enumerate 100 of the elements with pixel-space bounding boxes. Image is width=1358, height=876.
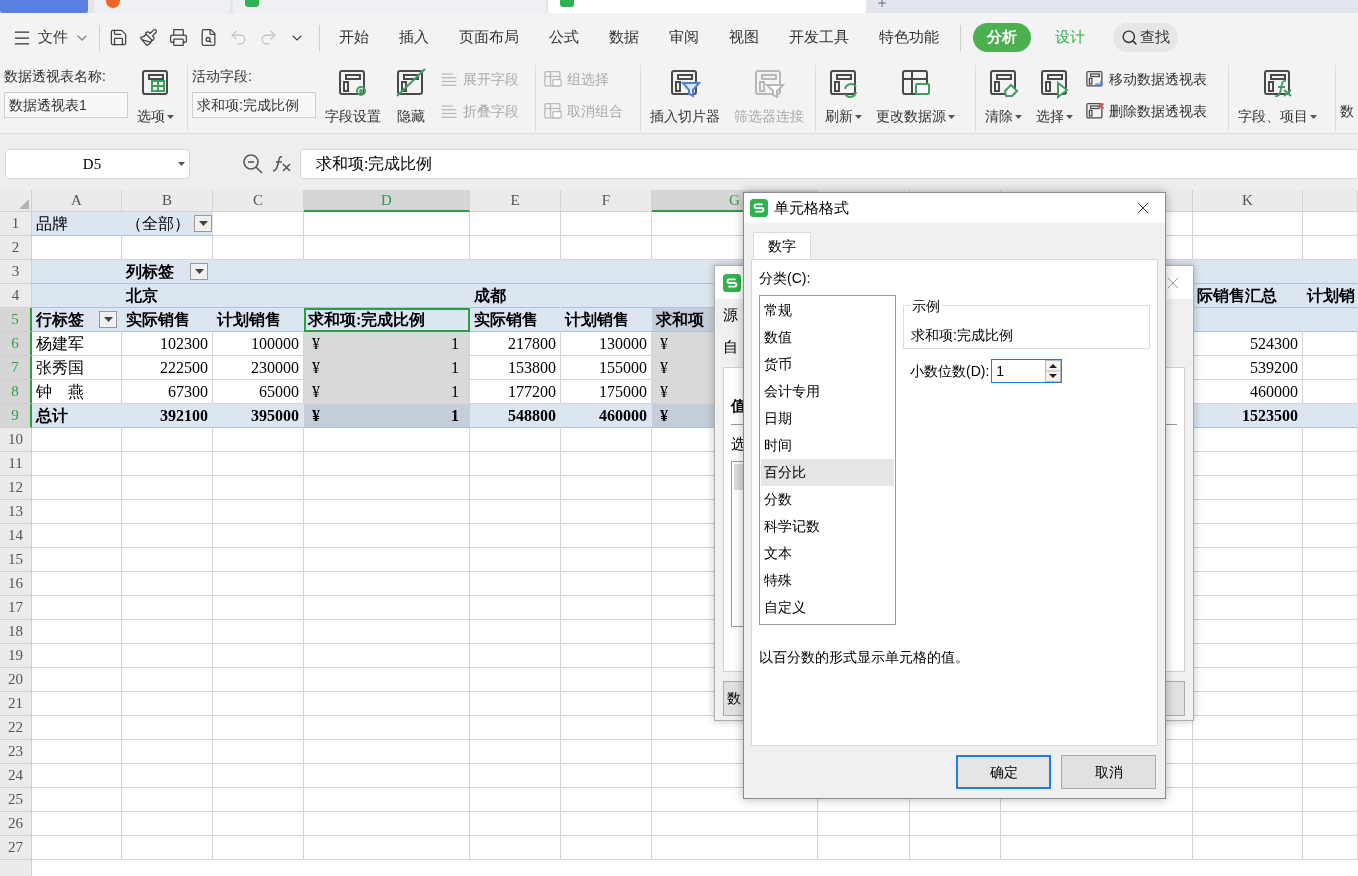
ribbon-button[interactable]: 删除数据透视表 [1085, 99, 1207, 123]
select-all-icon[interactable] [19, 199, 29, 209]
table-cell: 539200 [1193, 356, 1303, 380]
row-header[interactable]: 23 [0, 740, 32, 764]
row-header[interactable]: 12 [0, 476, 32, 500]
row-header[interactable]: 26 [0, 812, 32, 836]
row-header[interactable]: 20 [0, 668, 32, 692]
row-header[interactable]: 18 [0, 620, 32, 644]
table-cell: 153800 [470, 356, 561, 380]
list-item[interactable]: 特殊 [761, 567, 894, 594]
menu-tab[interactable]: 特色功能 [864, 23, 954, 52]
menu-tab[interactable]: 审阅 [654, 23, 714, 52]
table-cell: 计划销售 [561, 308, 652, 332]
row-header[interactable]: 27 [0, 836, 32, 860]
column-header[interactable]: A [32, 190, 122, 212]
dialog-button[interactable]: 确定 [956, 755, 1051, 789]
row-header[interactable]: 17 [0, 596, 32, 620]
table-cell: 548800 [470, 404, 561, 428]
ribbon-button[interactable]: 更改数据源 [871, 65, 960, 127]
list-item[interactable]: 文本 [761, 540, 894, 567]
ribbon-button[interactable]: 选择 [1031, 65, 1078, 127]
table-cell [1303, 380, 1358, 404]
cell-text: 列标签 [126, 261, 174, 282]
dropdown-button[interactable] [194, 215, 212, 232]
row-header[interactable]: 16 [0, 572, 32, 596]
table-cell: 524300 [1193, 332, 1303, 356]
list-item[interactable]: 分数 [761, 486, 894, 513]
row-header[interactable]: 15 [0, 548, 32, 572]
text-field[interactable]: 求和项:完成比例 [192, 92, 316, 118]
column-header[interactable]: E [470, 190, 561, 212]
dropdown-button[interactable] [99, 311, 117, 328]
currency-symbol: ¥ [659, 333, 668, 354]
ribbon-button[interactable]: 移动数据透视表 [1085, 67, 1207, 91]
list-item[interactable]: 货币 [761, 351, 894, 378]
row-header[interactable]: 24 [0, 764, 32, 788]
row-header[interactable]: 14 [0, 524, 32, 548]
row-header[interactable]: 25 [0, 788, 32, 812]
category-list[interactable]: 常规 数值 货币 会计专用 日期 时间 百分比 分数 科学记数 文本 特殊 自定义 [759, 295, 896, 625]
column-header[interactable]: K [1193, 190, 1303, 212]
menu-tab[interactable]: 公式 [534, 23, 594, 52]
formula-field[interactable]: 求和项:完成比例 [300, 149, 1358, 179]
save-icon[interactable] [109, 28, 128, 47]
table-cell: 实际销售 [470, 308, 561, 332]
dropdown-button[interactable] [190, 263, 208, 280]
table-cell: 品牌 [32, 212, 122, 236]
menu-tab[interactable]: 开发工具 [774, 23, 864, 52]
menu-tab[interactable]: 视图 [714, 23, 774, 52]
menu-tab[interactable]: 页面布局 [444, 23, 534, 52]
row-header[interactable]: 22 [0, 716, 32, 740]
decimal-spinner[interactable]: 1 [991, 359, 1063, 383]
ribbon-button[interactable]: 刷新 [820, 65, 867, 127]
table-cell: 102300 [122, 332, 213, 356]
ribbon-button[interactable]: 选项 [132, 65, 179, 127]
dialog-button[interactable]: 取消 [1061, 755, 1156, 789]
delete-table-icon [1085, 101, 1105, 121]
ribbon-button[interactable]: 字段设置 [320, 65, 386, 127]
name-box[interactable]: D5 [5, 149, 190, 179]
brush-icon[interactable] [139, 28, 158, 47]
table-cell: 392100 [122, 404, 213, 428]
row-header[interactable]: 10 [0, 428, 32, 452]
column-header[interactable]: B [122, 190, 213, 212]
table-cell [1303, 788, 1358, 812]
printer-icon[interactable] [169, 28, 188, 47]
dialog-tab[interactable]: 数字 [753, 232, 811, 259]
list-item[interactable]: 科学记数 [761, 513, 894, 540]
row-header[interactable]: 1 [0, 212, 32, 236]
row-header[interactable]: 19 [0, 644, 32, 668]
menu-tab[interactable]: 开始 [324, 23, 384, 52]
row-header[interactable]: 11 [0, 452, 32, 476]
cell-text: 1 [451, 381, 460, 402]
table-cell: 成都 [470, 284, 561, 308]
ribbon-button[interactable]: 数 [1340, 65, 1354, 122]
cell-text: 1 [451, 333, 460, 354]
list-item[interactable]: 百分比 [761, 459, 894, 486]
row-header[interactable]: 4 [0, 284, 32, 308]
menu-tab[interactable]: 数据 [594, 23, 654, 52]
file-menu[interactable]: 文件 [12, 26, 90, 49]
row-header[interactable]: 13 [0, 500, 32, 524]
ribbon-button[interactable]: 清除 [980, 65, 1027, 127]
spinner-arrows-icon[interactable] [1045, 360, 1062, 382]
list-item[interactable]: 会计专用 [761, 378, 894, 405]
column-header[interactable]: C [213, 190, 304, 212]
cell-text: 1 [451, 357, 460, 378]
ribbon-button[interactable]: 插入切片器 [645, 65, 725, 127]
list-item[interactable]: 日期 [761, 405, 894, 432]
button-label: 字段设置 [325, 107, 381, 126]
ribbon-button[interactable]: 字段、项目 [1233, 65, 1322, 127]
search-button[interactable]: 查找 [1113, 23, 1178, 52]
row-header[interactable]: 3 [0, 260, 32, 284]
column-header[interactable]: F [561, 190, 652, 212]
ribbon-button[interactable]: 隐藏 [390, 65, 432, 127]
table-cell: 460000 [1193, 380, 1303, 404]
table-cell: 杨建军 [32, 332, 122, 356]
text-field[interactable]: 数据透视表1 [4, 92, 128, 118]
row-header[interactable]: 21 [0, 692, 32, 716]
list-item[interactable]: 时间 [761, 432, 894, 459]
list-item[interactable]: 自定义 [761, 594, 894, 621]
menu-tab[interactable]: 插入 [384, 23, 444, 52]
row-header[interactable]: 2 [0, 236, 32, 260]
print-preview-icon[interactable] [199, 28, 218, 47]
